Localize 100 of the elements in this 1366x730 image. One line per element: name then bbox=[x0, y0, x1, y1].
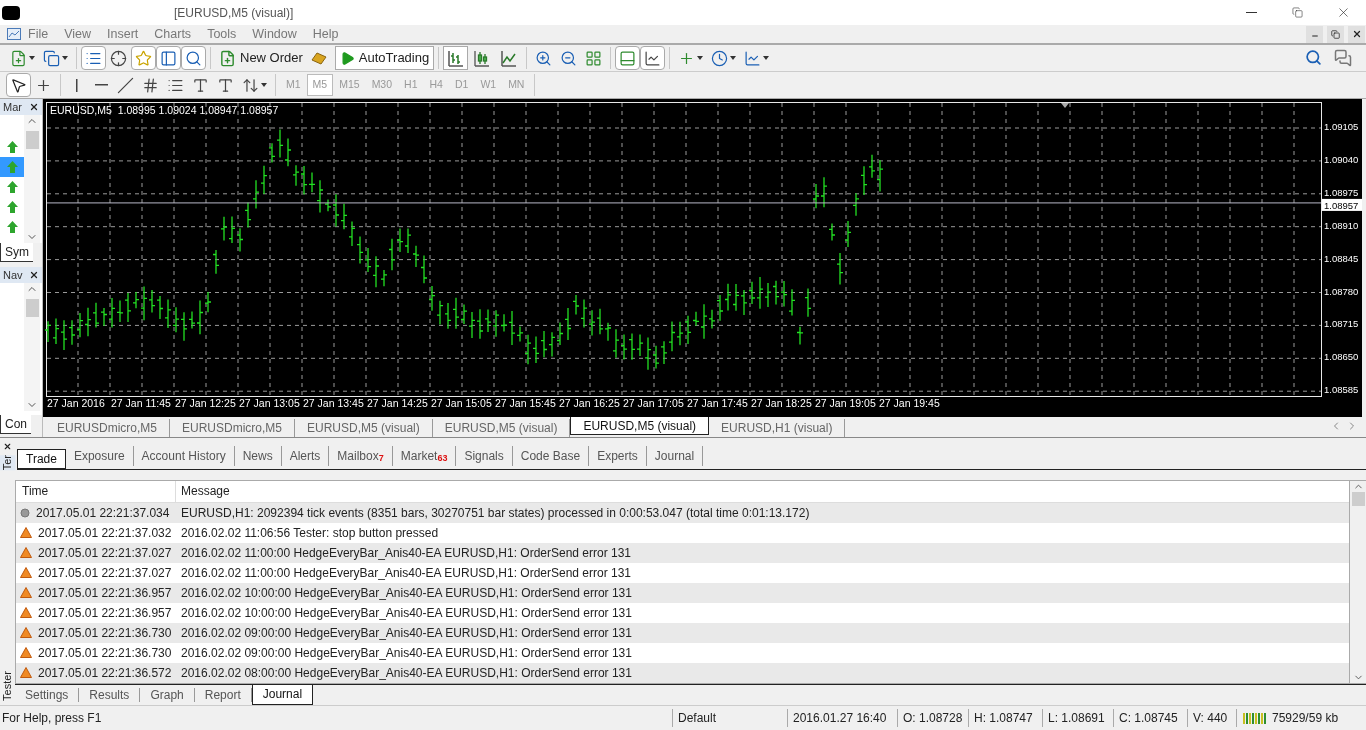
time-cell-text: 2017.05.01 22:21:37.034 bbox=[36, 504, 170, 522]
close-icon[interactable] bbox=[29, 270, 39, 280]
text-icon bbox=[192, 76, 209, 94]
menu-item[interactable]: File bbox=[28, 24, 49, 44]
mdi-minimize-button[interactable] bbox=[1306, 25, 1323, 43]
warning-icon bbox=[20, 567, 32, 579]
chart-shift-button[interactable] bbox=[640, 46, 666, 70]
minimize-icon bbox=[1245, 12, 1257, 13]
panel-tab[interactable]: Con bbox=[0, 415, 31, 434]
tab[interactable]: News bbox=[234, 445, 282, 466]
time-label: 27 Jan 2016 bbox=[47, 397, 105, 409]
warning-icon bbox=[20, 667, 32, 679]
signal-bars-icon bbox=[1243, 712, 1267, 724]
chart-tab[interactable]: EURUSDmicro,M5 bbox=[45, 419, 170, 437]
search-icon[interactable] bbox=[1305, 49, 1322, 66]
star-icon bbox=[135, 49, 152, 67]
message-cell-text: 2016.02.02 09:00:00 HedgeEveryBar_Anis40-EA EURUSD,H1: OrderSend error 131 bbox=[180, 644, 632, 662]
menu-item[interactable]: Help bbox=[312, 24, 339, 44]
tab[interactable]: Report bbox=[194, 687, 252, 702]
tab[interactable]: Journal bbox=[646, 445, 704, 466]
tab[interactable]: Mailbox7 bbox=[329, 445, 393, 466]
tab[interactable]: Trade bbox=[17, 448, 66, 469]
time-label: 27 Jan 14:25 bbox=[367, 397, 428, 409]
market-watch-button[interactable] bbox=[81, 46, 106, 70]
column-header[interactable]: Message bbox=[176, 482, 230, 501]
autotrading-button[interactable]: AutoTrading bbox=[334, 46, 435, 70]
cursor-button[interactable] bbox=[6, 73, 31, 97]
chat-icon[interactable] bbox=[1334, 49, 1352, 67]
auto-scroll-button[interactable] bbox=[615, 46, 641, 70]
window-title: [EURUSD,M5 (visual)] bbox=[174, 4, 294, 22]
time-label: 27 Jan 12:25 bbox=[175, 397, 236, 409]
time-cell-text: 2017.05.01 22:21:37.027 bbox=[38, 544, 172, 562]
menu-item[interactable]: Tools bbox=[207, 24, 237, 44]
up-arrow-icon bbox=[6, 161, 18, 173]
time-cell-text: 2017.05.01 22:21:36.730 bbox=[38, 644, 172, 662]
terminal-button[interactable] bbox=[156, 46, 181, 70]
text-label-icon bbox=[217, 76, 234, 94]
clock-icon bbox=[711, 49, 729, 67]
tab[interactable]: Settings bbox=[15, 687, 80, 702]
scrollbar-thumb[interactable] bbox=[1351, 491, 1365, 506]
close-icon[interactable] bbox=[29, 102, 39, 112]
tab[interactable]: Results bbox=[79, 687, 141, 702]
tab[interactable]: Experts bbox=[589, 445, 647, 466]
new-order-button[interactable]: New Order bbox=[215, 46, 307, 70]
info-dot-icon bbox=[20, 507, 30, 518]
status-volume: V: 440 bbox=[1187, 709, 1236, 727]
panel-tab[interactable]: Sym bbox=[0, 243, 33, 262]
tab[interactable]: Journal bbox=[251, 684, 314, 705]
caret-icon bbox=[29, 56, 35, 60]
price-label: 1.08845 bbox=[1324, 252, 1359, 264]
column-header[interactable]: Time bbox=[16, 480, 176, 502]
price-label: 1.08910 bbox=[1324, 219, 1359, 231]
chart-tab[interactable]: EURUSDmicro,M5 bbox=[170, 419, 296, 437]
price-label: 1.08650 bbox=[1324, 351, 1359, 363]
channel-icon bbox=[142, 76, 159, 94]
time-label: 27 Jan 15:45 bbox=[495, 397, 556, 409]
time-label: 27 Jan 19:45 bbox=[879, 397, 940, 409]
warning-icon bbox=[20, 627, 32, 639]
zoom-out-icon bbox=[560, 49, 578, 67]
tab[interactable]: Alerts bbox=[281, 445, 330, 466]
crosshair-icon bbox=[110, 49, 127, 67]
horizontal-line-icon bbox=[94, 84, 108, 86]
menu-item[interactable]: Insert bbox=[107, 24, 139, 44]
chart-tab[interactable]: EURUSD,M5 (visual) bbox=[295, 419, 433, 437]
scrollbar-thumb[interactable] bbox=[25, 299, 39, 317]
status-high: H: 1.08747 bbox=[968, 709, 1042, 727]
tab[interactable]: Market63 bbox=[392, 445, 457, 466]
close-icon[interactable] bbox=[3, 442, 12, 451]
panel-side-label: Ter bbox=[0, 455, 16, 471]
warning-icon bbox=[20, 607, 32, 619]
caret-icon bbox=[763, 56, 770, 60]
tab[interactable]: Graph bbox=[140, 687, 195, 702]
mdi-close-button[interactable] bbox=[1348, 25, 1365, 43]
menu-item[interactable]: View bbox=[64, 24, 92, 44]
mdi-restore-button[interactable] bbox=[1327, 25, 1344, 43]
time-label: 27 Jan 11:45 bbox=[111, 397, 171, 409]
tab[interactable]: Code Base bbox=[512, 445, 590, 466]
panel-title: Mar bbox=[3, 99, 22, 115]
bar-chart-button[interactable] bbox=[443, 46, 469, 70]
menu-item[interactable]: Charts bbox=[154, 24, 192, 44]
file-plus-icon bbox=[219, 49, 236, 67]
time-label: 27 Jan 13:45 bbox=[303, 397, 364, 409]
status-help: For Help, press F1 bbox=[1, 710, 103, 727]
scrollbar-thumb[interactable] bbox=[25, 131, 39, 149]
tab[interactable]: Signals bbox=[456, 445, 513, 466]
time-label: 27 Jan 17:05 bbox=[623, 397, 684, 409]
tester-button[interactable] bbox=[181, 46, 206, 70]
vertical-line-icon bbox=[76, 78, 78, 92]
tab[interactable]: Exposure bbox=[65, 445, 134, 466]
line-chart-icon bbox=[500, 49, 518, 67]
menu-item[interactable]: Window bbox=[252, 24, 297, 44]
price-label: 1.09040 bbox=[1324, 153, 1359, 165]
current-price-label: 1.08957 bbox=[1324, 199, 1359, 211]
time-label: 27 Jan 17:45 bbox=[687, 397, 748, 409]
close-icon bbox=[1351, 29, 1362, 39]
time-label: 27 Jan 18:25 bbox=[751, 397, 812, 409]
chart-tab[interactable]: EURUSD,H1 (visual) bbox=[709, 419, 846, 437]
tab[interactable]: Account History bbox=[133, 445, 235, 466]
status-close: C: 1.08745 bbox=[1113, 709, 1187, 727]
chart-tab[interactable]: EURUSD,M5 (visual) bbox=[570, 417, 710, 435]
